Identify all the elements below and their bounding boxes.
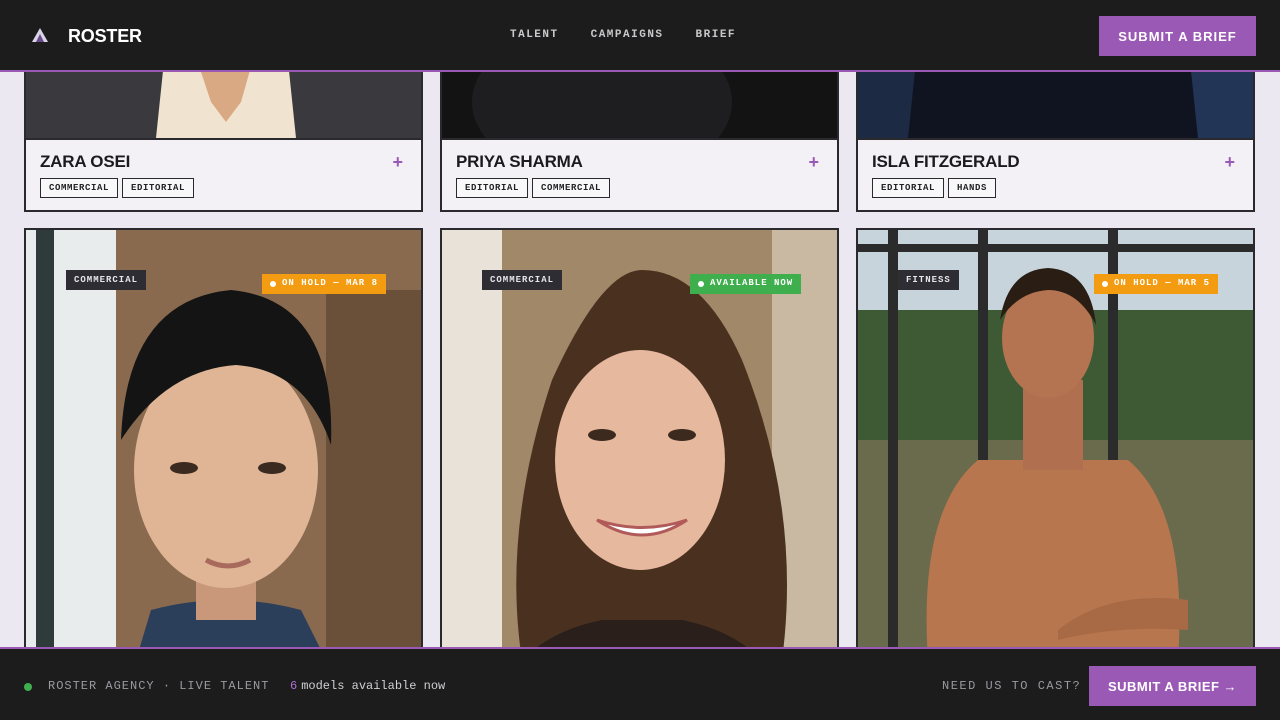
talent-photo [858, 230, 1253, 656]
category-badge: FITNESS [898, 270, 959, 290]
talent-photo [442, 230, 837, 656]
status-badge: ON HOLD — MAR 8 [262, 274, 387, 294]
live-status-icon [24, 683, 32, 691]
talent-photo [26, 230, 421, 656]
brand[interactable]: ROSTER [30, 24, 142, 48]
category-badge: COMMERCIAL [66, 270, 147, 290]
category-badge: COMMERCIAL [482, 270, 563, 290]
nav-talent[interactable]: TALENT [510, 29, 559, 41]
status-dot-icon [698, 281, 704, 287]
talent-card-photo-3[interactable]: FITNESS ON HOLD — MAR 5 [856, 228, 1255, 658]
status-dot-icon [270, 281, 276, 287]
tag: EDITORIAL [456, 178, 529, 198]
brand-name: ROSTER [68, 25, 142, 46]
agency-label: ROSTER AGENCY · LIVE TALENT [48, 679, 270, 693]
talent-name: ISLA FITZGERALD [872, 152, 1020, 171]
nav-campaigns[interactable]: CAMPAIGNS [591, 29, 664, 41]
talent-card-photo-1[interactable]: COMMERCIAL ON HOLD — MAR 8 [24, 228, 423, 658]
tag: COMMERCIAL [40, 178, 119, 198]
cast-prompt: NEED US TO CAST? [942, 679, 1082, 693]
status-badge: ON HOLD — MAR 5 [1094, 274, 1219, 294]
status-dot-icon [1102, 281, 1108, 287]
talent-name: PRIYA SHARMA [456, 152, 583, 171]
expand-icon[interactable]: + [808, 152, 819, 173]
talent-card-photo-2[interactable]: COMMERCIAL AVAILABLE NOW [440, 228, 839, 658]
available-count: 6 models available now [290, 679, 446, 693]
logo-icon [32, 28, 48, 42]
tag: EDITORIAL [872, 178, 945, 198]
footer-bar: ROSTER AGENCY · LIVE TALENT 6 models avai… [0, 647, 1280, 720]
expand-icon[interactable]: + [1224, 152, 1235, 173]
tag: EDITORIAL [122, 178, 195, 198]
submit-brief-button[interactable]: SUBMIT A BRIEF [1099, 16, 1256, 56]
status-badge: AVAILABLE NOW [690, 274, 802, 294]
nav-brief[interactable]: BRIEF [696, 29, 737, 41]
talent-name: ZARA OSEI [40, 152, 131, 171]
tag: COMMERCIAL [532, 178, 611, 198]
main-nav: TALENT CAMPAIGNS BRIEF [510, 29, 736, 41]
top-nav-bar: ROSTER TALENT CAMPAIGNS BRIEF SUBMIT A B… [0, 0, 1280, 72]
expand-icon[interactable]: + [392, 152, 403, 173]
submit-brief-footer-button[interactable]: SUBMIT A BRIEF → [1089, 666, 1256, 706]
tag: HANDS [948, 178, 997, 198]
